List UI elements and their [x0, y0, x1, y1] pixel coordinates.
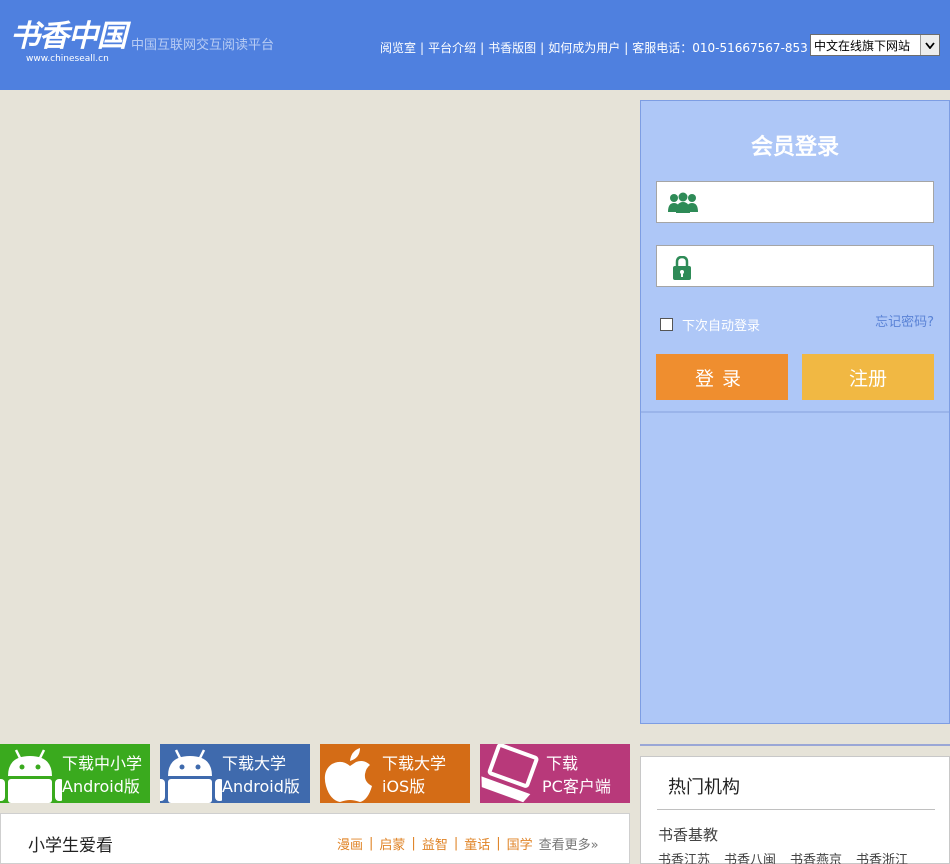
download-label: 下载 PC客户端 — [542, 752, 611, 798]
site-select[interactable]: 中文在线旗下网站 — [810, 34, 940, 56]
site-select-value: 中文在线旗下网站 — [814, 38, 911, 53]
tag-separator: | — [369, 836, 374, 851]
logo-mark: 书香中国 — [10, 19, 127, 54]
android-icon — [0, 749, 62, 803]
register-button[interactable]: 注册 — [802, 354, 934, 400]
password-input[interactable] — [709, 252, 919, 280]
hot-org-link[interactable]: 书香浙江 — [856, 849, 908, 864]
username-field[interactable] — [656, 181, 934, 223]
apple-icon — [324, 748, 372, 802]
nav-map[interactable]: 书香版图 — [488, 39, 536, 56]
hot-org-row: 书香江苏 书香八闽 书香燕京 书香浙江 — [658, 849, 908, 864]
download-row: 下载中小学 Android版 下载大学 Android版 下载大学 iOS版 下… — [0, 744, 630, 803]
download-line1: 下载 — [546, 754, 579, 773]
hot-org-link[interactable]: 书香江苏 — [658, 849, 710, 864]
kids-tags: 漫画 | 启蒙 | 益智 | 童话 | 国学 查看更多» — [337, 834, 599, 853]
hot-orgs-panel: 热门机构 书香基教 书香江苏 书香八闽 书香燕京 书香浙江 — [640, 756, 950, 864]
hot-org-link[interactable]: 书香燕京 — [790, 849, 842, 864]
nav-separator: | — [420, 40, 425, 55]
remember-label: 下次自动登录 — [682, 319, 761, 334]
logo-url: www.chineseall.cn — [26, 54, 109, 64]
login-title: 会员登录 — [750, 135, 839, 160]
site-logo[interactable]: 书香中国 www.chineseall.cn — [10, 19, 127, 66]
tag-guoxue[interactable]: 国学 — [507, 834, 533, 853]
android-icon — [160, 749, 222, 803]
kids-section-title: 小学生爱看 — [28, 836, 113, 856]
tag-enlightenment[interactable]: 启蒙 — [379, 834, 405, 853]
hot-org-link[interactable]: 书香基教 — [658, 824, 718, 845]
download-line2: Android版 — [222, 777, 300, 796]
site-tagline: 中国互联网交互阅读平台 — [131, 38, 275, 53]
password-field[interactable] — [656, 245, 934, 287]
service-phone: 客服电话：010-51667567-853 — [632, 41, 808, 55]
download-label: 下载中小学 Android版 — [62, 752, 142, 798]
tag-separator: | — [411, 836, 416, 851]
view-more-link[interactable]: 查看更多» — [539, 834, 599, 853]
nav-separator: | — [624, 40, 629, 55]
lock-icon — [667, 255, 699, 280]
users-icon — [667, 192, 699, 214]
download-pc-client[interactable]: 下载 PC客户端 — [480, 744, 630, 803]
laptop-icon — [481, 744, 539, 803]
hot-orgs-rule — [657, 809, 935, 810]
header: 书香中国 www.chineseall.cn 中国互联网交互阅读平台 阅览室 |… — [0, 0, 950, 90]
nav-become-user[interactable]: 如何成为用户 — [548, 39, 620, 56]
forgot-password-link[interactable]: 忘记密码? — [875, 311, 934, 330]
download-college-android[interactable]: 下载大学 Android版 — [160, 744, 310, 803]
download-line2: Android版 — [62, 777, 140, 796]
tag-separator: | — [496, 836, 501, 851]
hot-orgs-divider — [640, 744, 950, 746]
tag-fairy-tale[interactable]: 童话 — [464, 834, 490, 853]
remember-me[interactable]: 下次自动登录 — [660, 315, 760, 334]
top-nav: 阅览室 | 平台介绍 | 书香版图 | 如何成为用户 | 客服电话：010-51… — [380, 39, 808, 56]
nav-platform-intro[interactable]: 平台介绍 — [428, 39, 476, 56]
download-college-ios[interactable]: 下载大学 iOS版 — [320, 744, 470, 803]
remember-checkbox[interactable] — [660, 318, 673, 331]
download-label: 下载大学 Android版 — [222, 752, 300, 798]
banner-area — [0, 90, 630, 734]
download-line1: 下载大学 — [382, 754, 447, 773]
hot-org-link[interactable]: 书香八闽 — [724, 849, 776, 864]
download-label: 下载大学 iOS版 — [382, 752, 446, 798]
tag-comics[interactable]: 漫画 — [337, 834, 363, 853]
download-line1: 下载大学 — [222, 754, 287, 773]
nav-separator: | — [480, 40, 485, 55]
download-line1: 下载中小学 — [62, 754, 143, 773]
kids-section: 小学生爱看 漫画 | 启蒙 | 益智 | 童话 | 国学 查看更多» — [0, 813, 630, 864]
download-k12-android[interactable]: 下载中小学 Android版 — [0, 744, 150, 803]
nav-reading-room[interactable]: 阅览室 — [380, 39, 416, 56]
chevron-down-icon[interactable] — [920, 35, 939, 55]
username-input[interactable] — [709, 188, 919, 216]
login-divider — [641, 411, 949, 413]
tag-separator: | — [453, 836, 459, 851]
hot-orgs-title: 热门机构 — [668, 777, 740, 798]
login-panel: 会员登录 下次自动登录 忘记密码? 登录 注册 — [640, 100, 950, 724]
login-button[interactable]: 登录 — [656, 354, 788, 400]
nav-separator: | — [540, 40, 545, 55]
download-line2: PC客户端 — [542, 777, 611, 796]
tag-puzzle[interactable]: 益智 — [422, 834, 448, 853]
download-line2: iOS版 — [382, 777, 426, 796]
